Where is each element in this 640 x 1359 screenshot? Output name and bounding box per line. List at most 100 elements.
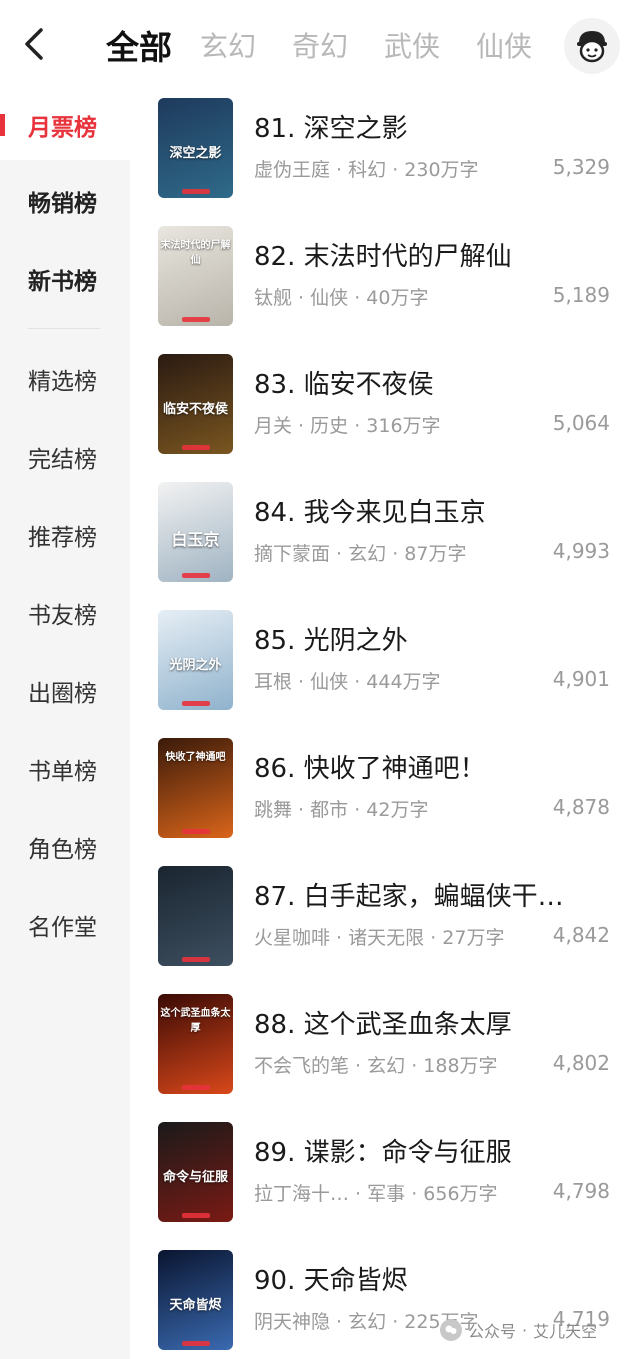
- book-cover[interactable]: 这个武圣血条太厚: [158, 994, 233, 1094]
- meta-separator: ·: [330, 543, 349, 565]
- sidebar-item-label: 新书榜: [28, 269, 97, 295]
- publisher-logo-icon: [182, 701, 210, 706]
- sidebar-item-bestseller[interactable]: 畅销榜: [0, 166, 130, 236]
- book-row[interactable]: 光阴之外 85. 光阴之外 耳根 · 仙侠 · 444万字 4,901: [130, 602, 640, 730]
- book-title[interactable]: 90. 天命皆烬: [254, 1260, 408, 1297]
- watermark-source: 公众号: [468, 1322, 517, 1341]
- book-cover[interactable]: 临安不夜侯: [158, 354, 233, 454]
- tab-xuanhuan[interactable]: 玄幻: [200, 25, 256, 65]
- book-cover[interactable]: 白玉京: [158, 482, 233, 582]
- tab-qihuan[interactable]: 奇幻: [292, 25, 348, 65]
- book-genre: 诸天无限: [348, 927, 425, 949]
- book-meta: 虚伪王庭 · 科幻 · 230万字: [254, 155, 479, 182]
- sidebar-item-characters[interactable]: 角色榜: [0, 812, 130, 882]
- cover-title-art: 临安不夜侯: [162, 402, 228, 417]
- tab-all[interactable]: 全部: [106, 21, 172, 69]
- publisher-logo-icon: [182, 189, 210, 194]
- book-genre: 科幻: [348, 159, 387, 181]
- meta-separator: ·: [386, 543, 405, 565]
- book-genre: 玄幻: [367, 1055, 406, 1077]
- book-row[interactable]: 深空之影 81. 深空之影 虚伪王庭 · 科幻 · 230万字 5,329: [130, 90, 640, 218]
- book-author: 不会飞的笔: [254, 1055, 350, 1077]
- publisher-logo-icon: [182, 1213, 210, 1218]
- wechat-icon: [440, 1319, 462, 1341]
- meta-separator: ·: [349, 1055, 368, 1077]
- vote-count: 5,189: [552, 283, 610, 307]
- sidebar-item-monthly-ticket[interactable]: 月票榜: [0, 90, 130, 160]
- cover-title-art: 末法时代的尸解仙: [160, 240, 231, 266]
- meta-separator: ·: [349, 1183, 368, 1205]
- meta-separator: ·: [330, 159, 349, 181]
- book-cover[interactable]: 末法时代的尸解仙: [158, 226, 233, 326]
- book-cover[interactable]: 深空之影: [158, 98, 233, 198]
- book-author: 耳根: [254, 671, 293, 693]
- book-word-count: 316万字: [366, 415, 441, 437]
- book-title[interactable]: 88. 这个武圣血条太厚: [254, 1004, 512, 1041]
- book-cover[interactable]: 天命皆烬: [158, 1250, 233, 1350]
- book-word-count: 27万字: [442, 927, 505, 949]
- tab-xianxia[interactable]: 仙侠: [476, 25, 532, 65]
- meta-separator: ·: [348, 415, 367, 437]
- sidebar-item-recommended[interactable]: 推荐榜: [0, 500, 130, 570]
- book-title[interactable]: 83. 临安不夜侯: [254, 364, 434, 401]
- publisher-logo-icon: [182, 573, 210, 578]
- book-author: 跳舞: [254, 799, 293, 821]
- book-author: 钛舰: [254, 287, 293, 309]
- sidebar-item-label: 月票榜: [28, 115, 97, 141]
- book-author: 月关: [254, 415, 293, 437]
- cover-title-art: 这个武圣血条太厚: [160, 1008, 231, 1034]
- meta-separator: ·: [424, 927, 443, 949]
- book-word-count: 87万字: [404, 543, 467, 565]
- sidebar-item-hall-of-fame[interactable]: 名作堂: [0, 890, 130, 960]
- user-avatar-icon: [577, 31, 607, 63]
- book-title[interactable]: 89. 谍影：命令与征服: [254, 1132, 512, 1169]
- book-word-count: 40万字: [366, 287, 429, 309]
- book-row[interactable]: 这个武圣血条太厚 88. 这个武圣血条太厚 不会飞的笔 · 玄幻 · 188万字…: [130, 986, 640, 1114]
- meta-separator: ·: [405, 1055, 424, 1077]
- book-author: 火星咖啡: [254, 927, 331, 949]
- book-row[interactable]: 87. 白手起家，蝙蝠侠干… 火星咖啡 · 诸天无限 · 27万字 4,842: [130, 858, 640, 986]
- book-genre: 玄幻: [348, 1311, 387, 1333]
- vote-count: 4,842: [552, 923, 610, 947]
- book-meta: 跳舞 · 都市 · 42万字: [254, 795, 428, 822]
- sidebar-item-label: 书单榜: [28, 759, 97, 785]
- book-title[interactable]: 87. 白手起家，蝙蝠侠干…: [254, 876, 564, 913]
- book-row[interactable]: 临安不夜侯 83. 临安不夜侯 月关 · 历史 · 316万字 5,064: [130, 346, 640, 474]
- cover-title-art: 深空之影: [169, 146, 222, 161]
- tab-wuxia[interactable]: 武侠: [384, 25, 440, 65]
- sidebar-item-label: 名作堂: [28, 915, 97, 941]
- sidebar-item-breakout[interactable]: 出圈榜: [0, 656, 130, 726]
- book-row[interactable]: 命令与征服 89. 谍影：命令与征服 拉丁海十… · 军事 · 656万字 4,…: [130, 1114, 640, 1242]
- book-author: 阴天神隐: [254, 1311, 331, 1333]
- book-genre: 军事: [367, 1183, 406, 1205]
- book-cover[interactable]: 快收了神通吧: [158, 738, 233, 838]
- book-row[interactable]: 末法时代的尸解仙 82. 末法时代的尸解仙 钛舰 · 仙侠 · 40万字 5,1…: [130, 218, 640, 346]
- book-word-count: 656万字: [423, 1183, 498, 1205]
- book-title[interactable]: 84. 我今来见白玉京: [254, 492, 486, 529]
- book-row[interactable]: 白玉京 84. 我今来见白玉京 摘下蒙面 · 玄幻 · 87万字 4,993: [130, 474, 640, 602]
- book-title[interactable]: 85. 光阴之外: [254, 620, 408, 657]
- book-cover[interactable]: 光阴之外: [158, 610, 233, 710]
- book-row[interactable]: 快收了神通吧 86. 快收了神通吧！ 跳舞 · 都市 · 42万字 4,878: [130, 730, 640, 858]
- book-word-count: 230万字: [404, 159, 479, 181]
- publisher-logo-icon: [182, 829, 210, 834]
- sidebar-item-featured[interactable]: 精选榜: [0, 344, 130, 414]
- sidebar-item-booklist[interactable]: 书单榜: [0, 734, 130, 804]
- sidebar-item-new-books[interactable]: 新书榜: [0, 244, 130, 314]
- book-author: 拉丁海十…: [254, 1183, 350, 1205]
- book-title[interactable]: 81. 深空之影: [254, 108, 408, 145]
- meta-separator: ·: [348, 799, 367, 821]
- sidebar-item-completed[interactable]: 完结榜: [0, 422, 130, 492]
- book-cover[interactable]: [158, 866, 233, 966]
- sidebar-item-reader-friends[interactable]: 书友榜: [0, 578, 130, 648]
- back-button[interactable]: [14, 24, 54, 64]
- book-title[interactable]: 86. 快收了神通吧！: [254, 748, 486, 785]
- vote-count: 4,901: [552, 667, 610, 691]
- vote-count: 4,798: [552, 1179, 610, 1203]
- avatar-button[interactable]: [564, 18, 620, 74]
- book-cover[interactable]: 命令与征服: [158, 1122, 233, 1222]
- book-title[interactable]: 82. 末法时代的尸解仙: [254, 236, 512, 273]
- meta-separator: ·: [330, 927, 349, 949]
- cover-title-art: 天命皆烬: [169, 1298, 222, 1313]
- book-meta: 摘下蒙面 · 玄幻 · 87万字: [254, 539, 466, 566]
